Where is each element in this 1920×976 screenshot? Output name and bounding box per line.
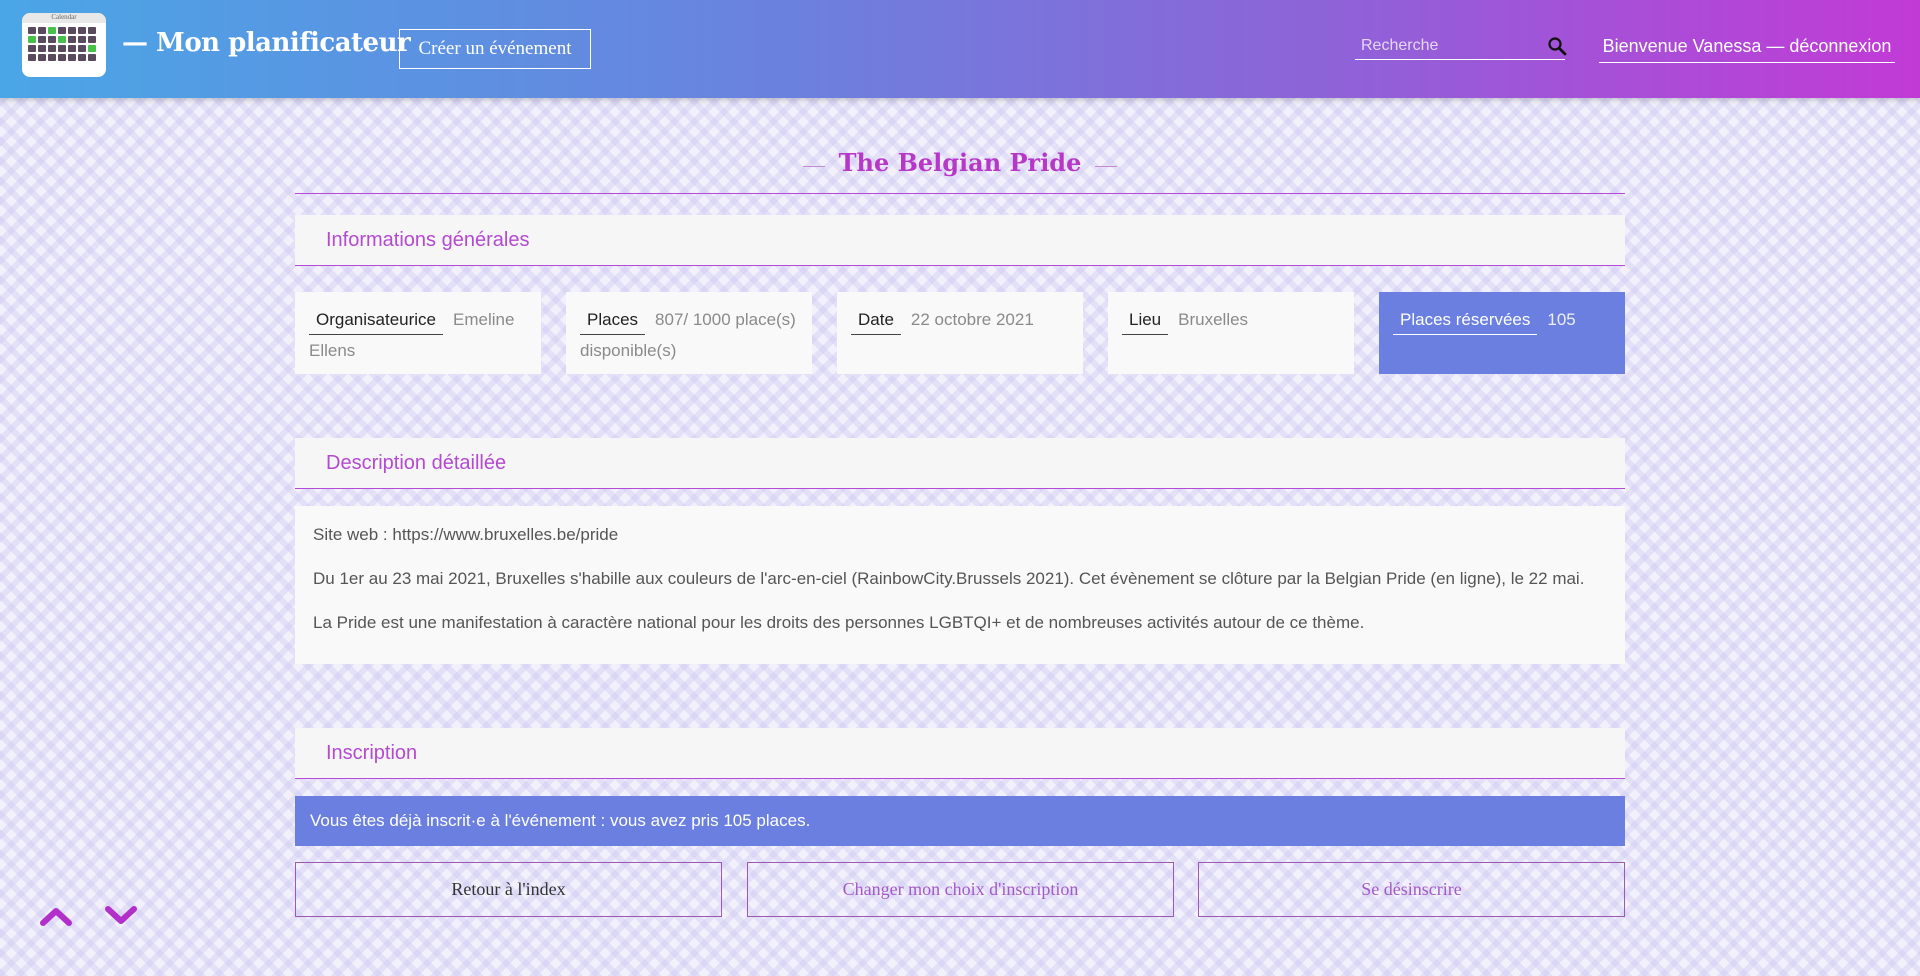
chevron-down-icon[interactable] xyxy=(103,903,139,929)
change-registration-button[interactable]: Changer mon choix d'inscription xyxy=(747,862,1174,917)
chevron-up-icon[interactable] xyxy=(38,903,74,929)
general-info-heading: Informations générales xyxy=(295,215,1625,266)
description-paragraph: Site web : https://www.bruxelles.be/prid… xyxy=(313,525,619,544)
location-label: Lieu xyxy=(1122,306,1169,335)
search-box xyxy=(1355,34,1567,60)
page-title: The Belgian Pride xyxy=(838,148,1082,177)
description-paragraph: La Pride est une manifestation à caractè… xyxy=(313,613,1365,632)
location-card: Lieu Bruxelles xyxy=(1108,292,1354,374)
reserved-places-card: Places réservées 105 xyxy=(1379,292,1625,374)
app-brand-title[interactable]: — Mon planificateur xyxy=(122,28,411,58)
inscription-heading: Inscription xyxy=(295,728,1625,779)
top-navbar: Calendar — Mon planificateur Créer un év… xyxy=(0,0,1920,98)
search-input[interactable] xyxy=(1355,34,1540,58)
create-event-button[interactable]: Créer un événement xyxy=(399,29,591,69)
title-dash-right xyxy=(1095,166,1118,167)
places-label: Places xyxy=(580,306,646,335)
calendar-logo-icon[interactable]: Calendar xyxy=(22,13,106,77)
organizer-card: Organisateurice Emeline Ellens xyxy=(295,292,541,374)
description-text[interactable]: Site web : https://www.bruxelles.be/prid… xyxy=(295,506,1625,664)
registration-notice: Vous êtes déjà inscrit·e à l'événement :… xyxy=(295,796,1625,846)
description-paragraph: Du 1er au 23 mai 2021, Bruxelles s'habil… xyxy=(313,569,1585,588)
date-card: Date 22 octobre 2021 xyxy=(837,292,1083,374)
title-dash-left xyxy=(802,166,825,167)
search-icon[interactable] xyxy=(1547,36,1567,56)
date-label: Date xyxy=(851,306,901,335)
location-value: Bruxelles xyxy=(1178,310,1249,329)
welcome-logout-link[interactable]: Bienvenue Vanessa — déconnexion xyxy=(1599,33,1895,63)
event-title-bar: The Belgian Pride xyxy=(295,148,1625,194)
reserved-label: Places réservées xyxy=(1393,306,1538,335)
places-card: Places 807/ 1000 place(s) disponible(s) xyxy=(566,292,812,374)
description-heading: Description détaillée xyxy=(295,438,1625,489)
unsubscribe-button[interactable]: Se désinscrire xyxy=(1198,862,1625,917)
back-to-index-button[interactable]: Retour à l'index xyxy=(295,862,722,917)
organizer-label: Organisateurice xyxy=(309,306,444,335)
logo-caption: Calendar xyxy=(22,13,106,23)
reserved-value: 105 xyxy=(1547,310,1576,329)
date-value: 22 octobre 2021 xyxy=(910,310,1034,329)
